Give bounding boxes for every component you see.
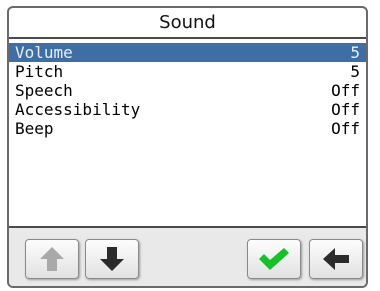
arrow-up-icon [40,247,64,271]
list-item-value: Off [331,100,360,119]
list-item-beep[interactable]: Beep Off [9,119,366,138]
bottom-toolbar [9,226,366,286]
scroll-up-button[interactable] [25,239,79,279]
arrow-down-icon [100,247,124,271]
list-item-label: Volume [15,43,73,62]
list-item-label: Speech [15,81,73,100]
list-item-label: Accessibility [15,100,141,119]
list-item-accessibility[interactable]: Accessibility Off [9,100,366,119]
scroll-down-button[interactable] [85,239,139,279]
list-item-value: Off [331,119,360,138]
settings-list: Volume 5 Pitch 5 Speech Off Accessibilit… [9,43,366,138]
screen-title: Sound [9,8,366,39]
list-item-label: Beep [15,119,54,138]
list-item-value: 5 [350,62,360,81]
list-item-value: Off [331,81,360,100]
checkmark-icon [259,248,289,270]
confirm-button[interactable] [247,239,301,279]
back-button[interactable] [309,239,363,279]
list-item-value: 5 [350,43,360,62]
list-item-volume[interactable]: Volume 5 [9,43,366,62]
list-item-pitch[interactable]: Pitch 5 [9,62,366,81]
sound-settings-screen: Sound Volume 5 Pitch 5 Speech Off Access… [7,6,368,288]
list-item-speech[interactable]: Speech Off [9,81,366,100]
arrow-left-icon [323,248,349,270]
list-item-label: Pitch [15,62,64,81]
